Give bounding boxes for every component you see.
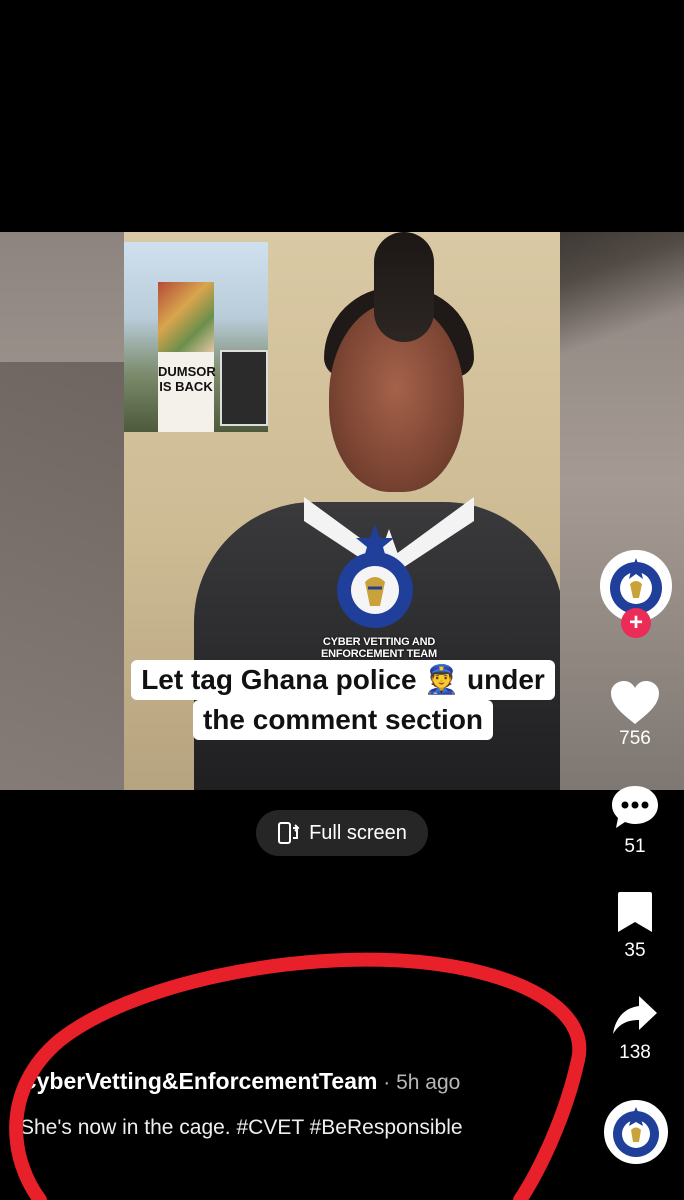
post-caption: She's now in the cage. #CVET #BeResponsi… [20,1116,463,1139]
hair-bun [374,232,434,342]
bookmark-icon [618,892,652,932]
inset-photo: DUMSOR IS BACK [124,242,268,432]
post-time: 5h ago [396,1071,461,1094]
heart-icon [611,681,659,724]
time-separator: · [377,1071,397,1094]
sound-avatar[interactable] [604,1100,668,1164]
poster [220,350,268,426]
save-button[interactable]: 35 [590,890,680,962]
badge-caption: CYBER VETTING AND ENFORCEMENT TEAM [321,636,437,660]
video-caption-line-2: the comment section [192,700,494,740]
comment-button[interactable]: 51 [590,784,680,858]
author-name[interactable]: CyberVetting&EnforcementTeam [20,1068,377,1094]
video-caption-line-1: Let tag Ghana police 👮 under [131,660,555,700]
rotate-screen-icon [278,822,300,844]
share-button[interactable]: 138 [590,994,680,1064]
billboard-text: DUMSOR IS BACK [158,364,216,394]
ghana-police-logo-icon [613,1107,659,1157]
wall-background [0,362,130,790]
save-count: 35 [624,940,646,961]
follow-button[interactable]: + [621,608,651,638]
like-button[interactable]: 756 [590,680,680,750]
share-count: 138 [619,1042,651,1063]
full-screen-label: Full screen [309,821,407,844]
video-player[interactable]: DUMSOR IS BACK CYBER VETTING AND ENFORCE… [0,232,684,790]
post-author-line: CyberVetting&EnforcementTeam · 5h ago [20,1068,460,1095]
video-caption: Let tag Ghana police 👮 under the comment… [118,660,568,740]
like-count: 756 [619,728,651,749]
comment-bubble-icon [612,786,658,828]
ghana-police-badge-icon [337,524,413,628]
share-arrow-icon [613,996,657,1034]
comment-count: 51 [624,836,646,857]
full-screen-button[interactable]: Full screen [256,810,428,856]
billboard-image [158,282,214,352]
